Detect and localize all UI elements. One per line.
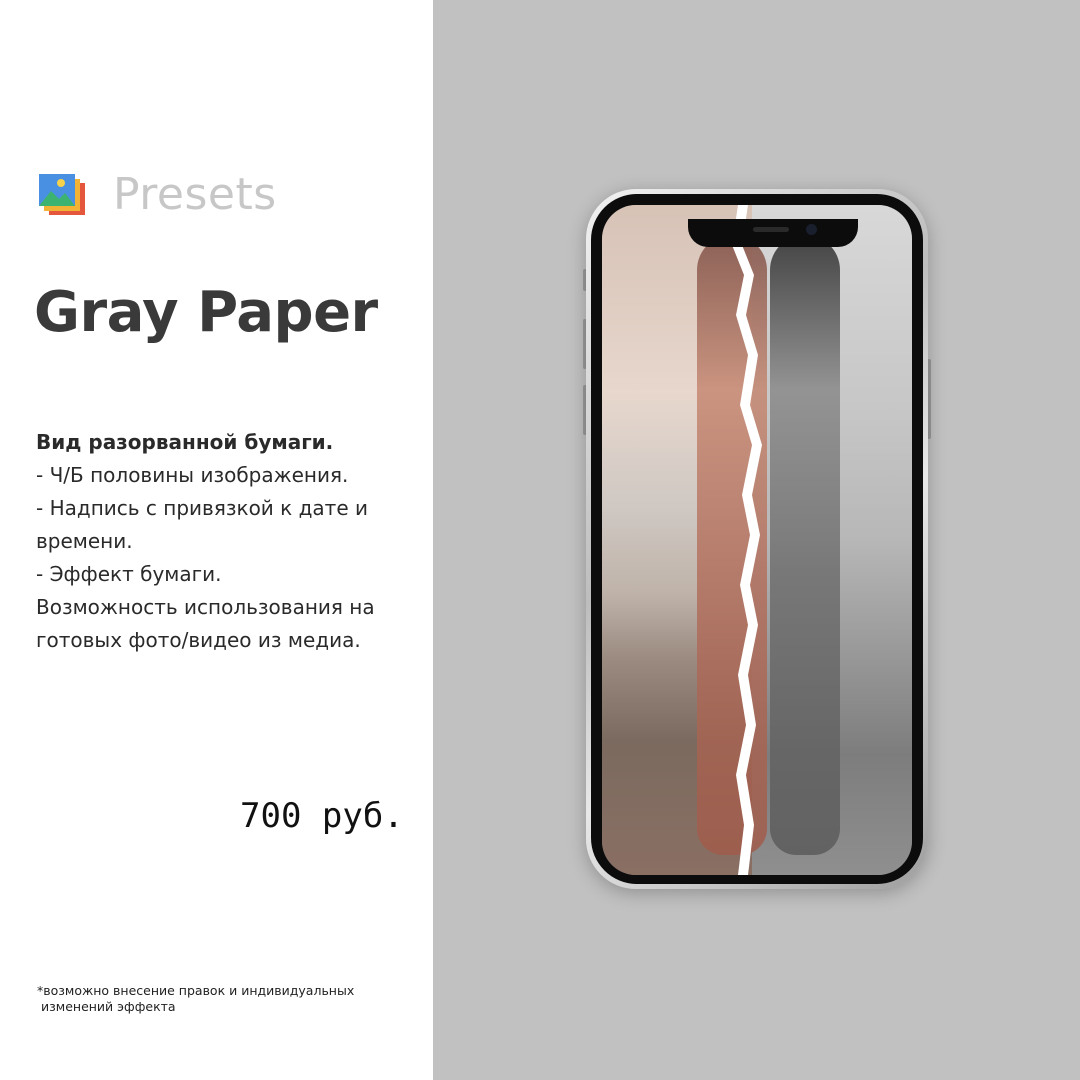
description-line: - Эффект бумаги. bbox=[36, 562, 222, 586]
price: 700 руб. bbox=[240, 796, 404, 836]
phone-mockup bbox=[583, 189, 931, 889]
paper-tear bbox=[732, 205, 762, 875]
footnote-line: *возможно внесение правок и индивидуальн… bbox=[37, 983, 355, 998]
description-line: Вид разорванной бумаги. bbox=[36, 430, 334, 454]
camera-icon bbox=[806, 224, 817, 235]
brand: Presets bbox=[37, 168, 277, 220]
description-line: Возможность использования на bbox=[36, 595, 375, 619]
presets-app-icon bbox=[39, 174, 85, 215]
footnote: *возможно внесение правок и индивидуальн… bbox=[37, 983, 417, 1015]
footnote-line: изменений эффекта bbox=[41, 999, 176, 1014]
description-line: - Надпись с привязкой к дате и bbox=[36, 496, 368, 520]
speaker bbox=[753, 227, 789, 232]
phone-notch bbox=[688, 219, 858, 247]
description-line: - Ч/Б половины изображения. bbox=[36, 463, 349, 487]
description: Вид разорванной бумаги. - Ч/Б половины и… bbox=[36, 426, 426, 657]
page-title: Gray Paper bbox=[34, 280, 378, 345]
description-line: времени. bbox=[36, 529, 133, 553]
phone-screen bbox=[602, 205, 912, 875]
description-line: готовых фото/видео из медиа. bbox=[36, 628, 361, 652]
brand-name: Presets bbox=[113, 168, 277, 220]
